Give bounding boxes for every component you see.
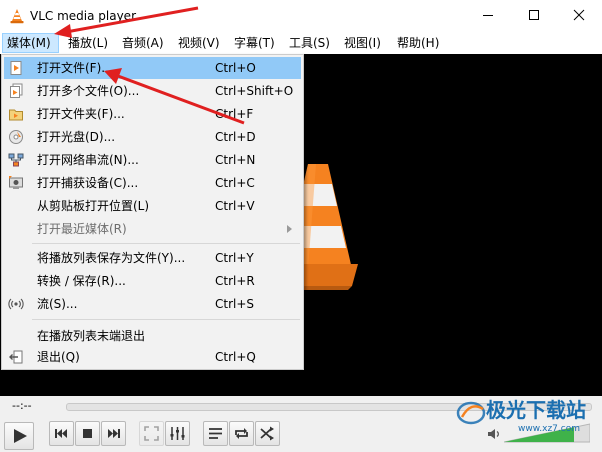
menu-item-shortcut: Ctrl+Y	[215, 251, 254, 265]
menu-item-label: 打开最近媒体(R)	[37, 222, 127, 236]
menu-item-label: 打开捕获设备(C)...	[37, 176, 139, 190]
menu-item-shortcut: Ctrl+R	[215, 274, 255, 288]
watermark-text: 极光下载站	[486, 398, 586, 422]
menu-item-label: 打开文件(F)...	[37, 61, 113, 75]
menu-item-label: 打开网络串流(N)...	[37, 153, 139, 167]
next-button[interactable]	[101, 421, 126, 446]
menu-open-capture-device[interactable]: 打开捕获设备(C)... Ctrl+C	[4, 172, 301, 194]
menu-item-shortcut: Ctrl+S	[215, 297, 255, 311]
menu-item-label: 将播放列表保存为文件(Y)...	[37, 251, 186, 265]
play-button[interactable]	[4, 422, 34, 450]
menu-separator	[32, 319, 300, 320]
menu-open-disc[interactable]: 打开光盘(D)... Ctrl+D	[4, 126, 301, 148]
open-folder-icon	[9, 109, 23, 121]
menu-media[interactable]: 媒体(M)	[2, 33, 59, 53]
submenu-arrow-icon	[287, 225, 292, 233]
menu-subtitle[interactable]: 字幕(T)	[230, 33, 279, 53]
loop-button[interactable]	[229, 421, 254, 446]
menu-tools[interactable]: 工具(S)	[285, 33, 334, 53]
menu-save-playlist[interactable]: 将播放列表保存为文件(Y)... Ctrl+Y	[4, 247, 301, 269]
menu-separator	[32, 243, 300, 244]
menu-stream[interactable]: 流(S)... Ctrl+S	[4, 293, 301, 315]
menu-item-label: 打开文件夹(F)...	[37, 107, 125, 121]
media-dropdown-menu: 打开文件(F)... Ctrl+O 打开多个文件(O)... Ctrl+Shif…	[1, 54, 304, 370]
menu-item-shortcut: Ctrl+D	[215, 130, 256, 144]
menu-audio[interactable]: 音频(A)	[118, 33, 168, 53]
elapsed-time: --:--	[12, 399, 32, 412]
minimize-button[interactable]	[465, 0, 511, 30]
quit-icon	[9, 350, 23, 364]
previous-icon	[55, 429, 67, 438]
stop-button[interactable]	[75, 421, 100, 446]
menu-video[interactable]: 视频(V)	[174, 33, 224, 53]
title-bar: VLC media player	[0, 0, 602, 32]
loop-icon	[235, 428, 248, 439]
close-icon	[573, 9, 585, 21]
menu-bar: 媒体(M) 播放(L) 音频(A) 视频(V) 字幕(T) 工具(S) 视图(I…	[0, 32, 602, 54]
menu-open-network-stream[interactable]: 打开网络串流(N)... Ctrl+N	[4, 149, 301, 171]
extended-settings-button[interactable]	[165, 421, 190, 446]
menu-quit[interactable]: 退出(Q) Ctrl+Q	[4, 346, 301, 368]
menu-item-label: 在播放列表末端退出	[37, 329, 146, 343]
menu-convert-save[interactable]: 转换 / 保存(R)... Ctrl+R	[4, 270, 301, 292]
menu-open-multiple-files[interactable]: 打开多个文件(O)... Ctrl+Shift+O	[4, 80, 301, 102]
open-multiple-files-icon	[10, 83, 23, 98]
menu-help[interactable]: 帮助(H)	[393, 33, 443, 53]
fullscreen-icon	[144, 426, 159, 441]
menu-item-shortcut: Ctrl+O	[215, 61, 256, 75]
stop-icon	[83, 429, 92, 438]
menu-open-recent-media[interactable]: 打开最近媒体(R)	[4, 218, 301, 240]
menu-item-label: 从剪贴板打开位置(L)	[37, 199, 150, 213]
maximize-button[interactable]	[511, 0, 557, 30]
menu-item-shortcut: Ctrl+Shift+O	[215, 84, 294, 98]
shuffle-icon	[260, 426, 274, 441]
play-icon	[14, 429, 27, 443]
playlist-button[interactable]	[203, 421, 228, 446]
close-button[interactable]	[556, 0, 602, 30]
menu-view[interactable]: 视图(I)	[340, 33, 385, 53]
menu-item-label: 打开多个文件(O)...	[37, 84, 140, 98]
shuffle-button[interactable]	[255, 421, 280, 446]
menu-item-shortcut: Ctrl+N	[215, 153, 256, 167]
menu-item-shortcut: Ctrl+C	[215, 176, 255, 190]
menu-playback[interactable]: 播放(L)	[64, 33, 112, 53]
open-file-icon	[10, 61, 22, 75]
menu-open-from-clipboard[interactable]: 从剪贴板打开位置(L) Ctrl+V	[4, 195, 301, 217]
watermark-url: www.xz7.com	[518, 424, 580, 434]
vlc-cone-icon	[10, 9, 24, 24]
menu-open-file[interactable]: 打开文件(F)... Ctrl+O	[4, 57, 301, 79]
menu-item-shortcut: Ctrl+Q	[215, 350, 256, 364]
menu-open-folder[interactable]: 打开文件夹(F)... Ctrl+F	[4, 103, 301, 125]
capture-device-icon	[9, 176, 23, 189]
disc-icon	[9, 130, 23, 144]
stream-icon	[8, 298, 24, 310]
fullscreen-button[interactable]	[139, 421, 164, 446]
menu-item-label: 打开光盘(D)...	[37, 130, 116, 144]
next-icon	[108, 429, 120, 438]
maximize-icon	[529, 10, 539, 20]
playlist-icon	[209, 428, 222, 439]
extended-settings-icon	[170, 427, 185, 440]
previous-button[interactable]	[49, 421, 74, 446]
menu-item-shortcut: Ctrl+F	[215, 107, 254, 121]
window-title: VLC media player	[30, 9, 137, 23]
network-icon	[8, 153, 24, 167]
menu-quit-at-end-of-playlist[interactable]: 在播放列表末端退出	[4, 325, 301, 347]
menu-item-label: 退出(Q)	[37, 350, 80, 364]
menu-item-label: 流(S)...	[37, 297, 78, 311]
menu-item-shortcut: Ctrl+V	[215, 199, 255, 213]
menu-item-label: 转换 / 保存(R)...	[37, 274, 126, 288]
minimize-icon	[483, 15, 493, 16]
